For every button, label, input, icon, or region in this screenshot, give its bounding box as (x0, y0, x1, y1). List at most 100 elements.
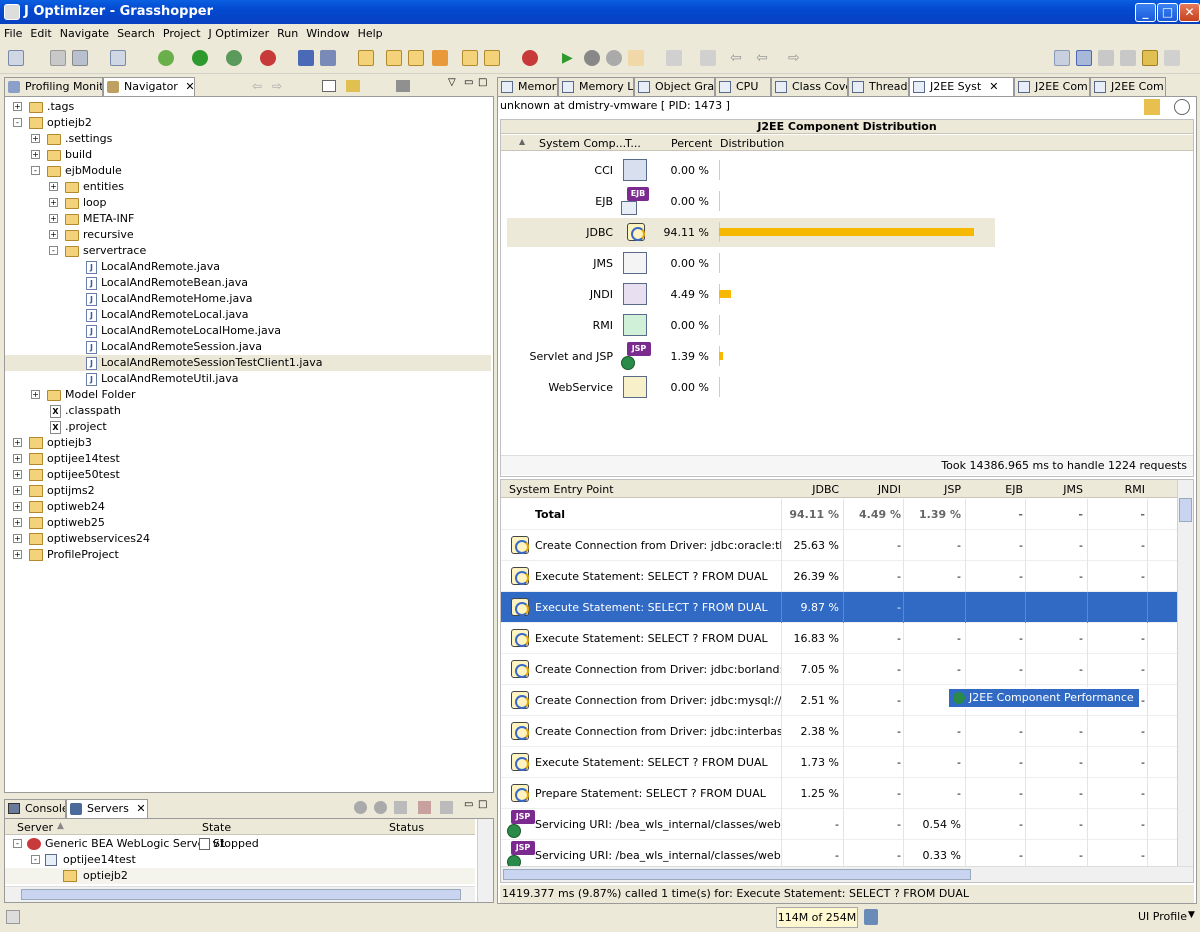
menu-window[interactable]: Window (302, 24, 353, 43)
entry-row[interactable]: Execute Statement: SELECT ? FROM DUAL 9.8… (501, 592, 1177, 623)
search-type-icon[interactable] (320, 50, 336, 66)
expand-icon[interactable]: + (13, 550, 22, 559)
open-perspective-icon[interactable] (1054, 50, 1070, 66)
expand-icon[interactable]: - (31, 166, 40, 175)
entry-row[interactable]: Total 94.11 % 4.49 % 1.39 % - - - (501, 499, 1177, 530)
folder-2-icon[interactable] (408, 50, 424, 66)
menu-project[interactable]: Project (159, 24, 205, 43)
tab-object-gra[interactable]: Object Gra (634, 77, 715, 97)
debug-server-icon[interactable] (354, 801, 367, 814)
column-percent[interactable]: Percent (671, 137, 712, 150)
folder-4-icon[interactable] (484, 50, 500, 66)
entry-row[interactable]: JSP Servicing URI: /bea_wls_internal/clas… (501, 809, 1177, 840)
tree-item[interactable]: + optiwebservices24 (5, 531, 491, 547)
maximize-view-icon[interactable]: □ (478, 77, 487, 88)
distribution-row[interactable]: JMS 0.00 % (507, 249, 995, 278)
nav-2-icon[interactable] (700, 50, 716, 66)
distribution-row[interactable]: CCI 0.00 % (507, 156, 995, 185)
tree-item[interactable]: + build (5, 147, 491, 163)
distribution-row[interactable]: WebService 0.00 % (507, 373, 995, 402)
folder-icon[interactable] (386, 50, 402, 66)
new-project-icon[interactable] (110, 50, 126, 66)
entry-row[interactable]: Prepare Statement: SELECT ? FROM DUAL 1.2… (501, 778, 1177, 809)
column-state[interactable]: State (202, 821, 231, 834)
trash-icon[interactable] (864, 909, 878, 925)
menu-run[interactable]: Run (273, 24, 302, 43)
stop-icon[interactable] (606, 50, 622, 66)
entry-row[interactable]: Execute Statement: SELECT ? FROM DUAL 16.… (501, 623, 1177, 654)
back-icon[interactable]: ⇦ (730, 50, 746, 66)
expand-icon[interactable]: - (13, 118, 22, 127)
servers-vscroll[interactable] (477, 819, 493, 902)
column-jms[interactable]: JMS (1027, 483, 1083, 496)
link-editor-icon[interactable] (346, 80, 360, 92)
tab-navigator[interactable]: Navigator ✕ (103, 77, 195, 97)
server-row[interactable]: - Generic BEA WebLogic Server v1 Stopped (11, 836, 471, 852)
run-icon[interactable] (192, 50, 208, 66)
save-icon[interactable] (50, 50, 66, 66)
perspective-2-icon[interactable] (1098, 50, 1114, 66)
tree-item[interactable]: + .settings (5, 131, 491, 147)
entry-row[interactable]: Create Connection from Driver: jdbc:orac… (501, 530, 1177, 561)
publish-icon[interactable] (440, 801, 453, 814)
debug-icon[interactable] (158, 50, 174, 66)
scroll-thumb[interactable] (503, 869, 971, 880)
tree-item[interactable]: J LocalAndRemote.java (5, 259, 491, 275)
start-server-icon[interactable] (374, 801, 387, 814)
menu-search[interactable]: Search (113, 24, 159, 43)
perspective-icon[interactable] (1076, 50, 1092, 66)
entry-row[interactable]: Create Connection from Driver: jdbc:borl… (501, 654, 1177, 685)
tree-item[interactable]: + recursive (5, 227, 491, 243)
expand-icon[interactable]: + (13, 438, 22, 447)
minimize-button[interactable]: _ (1135, 3, 1156, 22)
tab-servers[interactable]: Servers ✕ (66, 799, 148, 819)
column-rmi[interactable]: RMI (1089, 483, 1145, 496)
ui-profile-label[interactable]: UI Profile (1138, 910, 1187, 923)
column-jdbc[interactable]: JDBC (783, 483, 839, 496)
column-status[interactable]: Status (389, 821, 424, 834)
tab-j2ee-com[interactable]: J2EE Com (1014, 77, 1090, 97)
tree-item[interactable]: + loop (5, 195, 491, 211)
collapse-icon[interactable]: - (31, 855, 40, 864)
expand-icon[interactable]: + (31, 134, 40, 143)
expand-icon[interactable]: + (49, 198, 58, 207)
new-icon[interactable] (8, 50, 24, 66)
folder-3-icon[interactable] (462, 50, 478, 66)
start-icon[interactable]: ▶ (562, 50, 578, 66)
tab-threads[interactable]: Threads (848, 77, 909, 97)
expand-icon[interactable]: + (49, 182, 58, 191)
column-system-component[interactable]: System Comp... (539, 137, 626, 150)
gear-icon[interactable] (584, 50, 600, 66)
distribution-row[interactable]: RMI 0.00 % (507, 311, 995, 340)
stop-server-icon[interactable] (418, 801, 431, 814)
close-button[interactable]: ✕ (1179, 3, 1200, 22)
perspective-4-icon[interactable] (1142, 50, 1158, 66)
close-tab-icon[interactable]: ✕ (136, 802, 145, 815)
tree-item[interactable]: - optiejb2 (5, 115, 491, 131)
tab-memory-le[interactable]: Memory Le (558, 77, 634, 97)
tree-item[interactable]: J LocalAndRemoteHome.java (5, 291, 491, 307)
pen-icon[interactable] (432, 50, 448, 66)
distribution-row[interactable]: Servlet and JSP JSP 1.39 % (507, 342, 995, 371)
tree-item[interactable]: + optiweb25 (5, 515, 491, 531)
tree-item[interactable]: X .project (5, 419, 491, 435)
expand-icon[interactable]: + (13, 102, 22, 111)
tree-item[interactable]: + optijms2 (5, 483, 491, 499)
tab-j2ee-syst[interactable]: J2EE Syst ✕ (909, 77, 1014, 97)
servers-hscroll[interactable] (5, 886, 475, 902)
scroll-thumb[interactable] (1179, 498, 1192, 522)
profile-server-icon[interactable] (394, 801, 407, 814)
print-icon[interactable] (72, 50, 88, 66)
collapse-icon[interactable]: - (13, 839, 22, 848)
forward-icon[interactable]: ⇨ (788, 50, 804, 66)
entry-row[interactable]: Create Connection from Driver: jdbc:inte… (501, 716, 1177, 747)
dropdown-icon[interactable]: ▼ (1188, 910, 1195, 920)
column-jsp[interactable]: JSP (905, 483, 961, 496)
close-tab-icon[interactable]: ✕ (989, 80, 998, 93)
expand-icon[interactable]: + (49, 230, 58, 239)
entry-row[interactable]: Execute Statement: SELECT ? FROM DUAL 1.7… (501, 747, 1177, 778)
maximize-button[interactable]: □ (1157, 3, 1178, 22)
column-ejb[interactable]: EJB (967, 483, 1023, 496)
run-external-icon[interactable] (226, 50, 242, 66)
close-tab-icon[interactable]: ✕ (185, 80, 194, 93)
